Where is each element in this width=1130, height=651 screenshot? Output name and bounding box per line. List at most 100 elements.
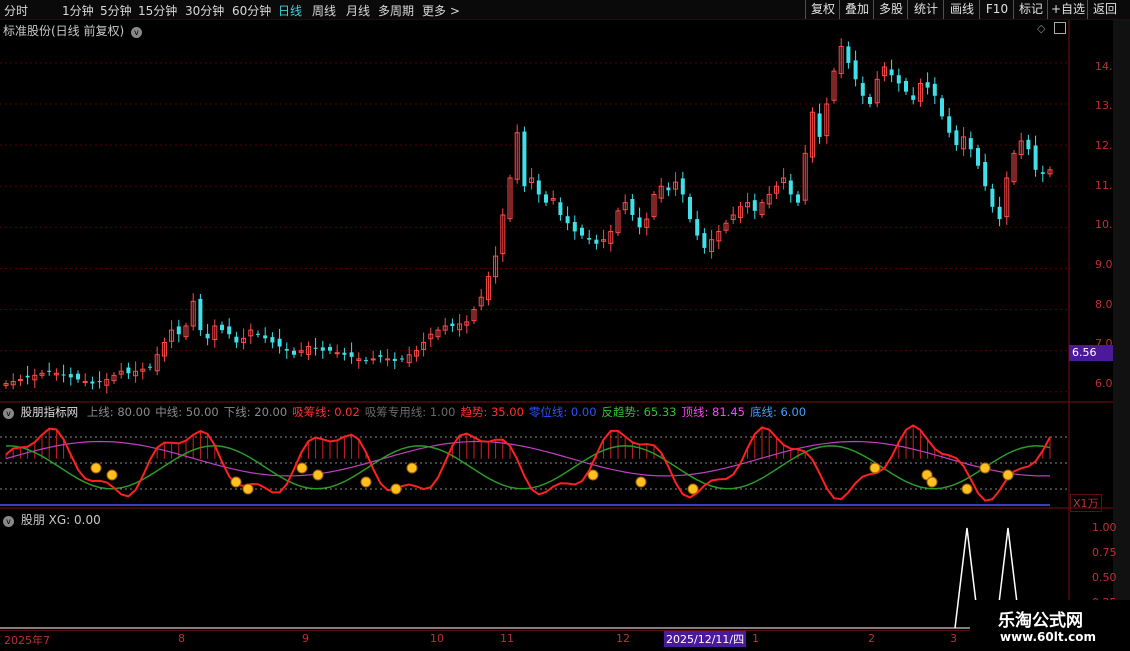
candle-body bbox=[904, 80, 908, 92]
candle-body bbox=[450, 323, 455, 326]
xg-tick: 0.75 bbox=[1092, 546, 1117, 559]
candle-body bbox=[270, 337, 275, 343]
indicator-param: 趋势: 35.00 bbox=[460, 405, 524, 419]
candle-body bbox=[853, 60, 858, 80]
candle-body bbox=[385, 358, 391, 361]
candle-body bbox=[320, 347, 325, 351]
candle-body bbox=[328, 346, 332, 351]
candle-body bbox=[148, 366, 152, 368]
candle-body bbox=[364, 360, 368, 362]
candle-body bbox=[558, 202, 563, 215]
indicator-line-top bbox=[5, 440, 1051, 477]
date-tick: 2 bbox=[868, 632, 875, 645]
signal-dot bbox=[635, 476, 647, 488]
candle-body bbox=[378, 355, 383, 357]
candle-body bbox=[990, 188, 995, 207]
indicator-param: 反趋势: 65.33 bbox=[601, 405, 677, 419]
candle-body bbox=[90, 381, 95, 384]
candle-body bbox=[536, 180, 541, 195]
signal-dot bbox=[390, 483, 402, 495]
signal-dot bbox=[587, 469, 599, 481]
date-tick: 11 bbox=[500, 632, 514, 645]
candle-body bbox=[277, 338, 282, 347]
candle-body bbox=[176, 326, 181, 335]
indicator-param: 顶线: 81.45 bbox=[681, 405, 745, 419]
signal-dot bbox=[230, 476, 242, 488]
candle-body bbox=[126, 367, 131, 374]
candle-body bbox=[17, 378, 23, 381]
candle-body bbox=[976, 147, 980, 166]
date-tick: 9 bbox=[302, 632, 309, 645]
signal-dot bbox=[106, 469, 118, 481]
date-axis: 2025年7 8 9 10 11 12 2025/12/11/四 1 2 3 bbox=[0, 630, 1130, 651]
signal-dot bbox=[687, 483, 699, 495]
candle-body bbox=[47, 370, 52, 372]
candle-body bbox=[997, 206, 1002, 220]
candle-body bbox=[580, 227, 584, 236]
candle-body bbox=[846, 46, 851, 63]
candle-body bbox=[594, 239, 599, 244]
indicator2-title: 股朋 XG: 0.00 bbox=[20, 513, 101, 527]
xg-tick: 1.00 bbox=[1092, 521, 1117, 534]
candle-body bbox=[349, 352, 354, 357]
candle-body bbox=[752, 200, 757, 211]
candle-body bbox=[544, 194, 548, 203]
indicator-param: 底线: 6.00 bbox=[749, 405, 807, 419]
main-chart bbox=[0, 20, 1113, 630]
candle-body bbox=[68, 374, 73, 378]
candle-body bbox=[565, 216, 570, 224]
candle-body bbox=[76, 373, 80, 380]
candle-body bbox=[940, 98, 944, 117]
indicator-line-trend bbox=[5, 424, 1051, 502]
candle-body bbox=[25, 375, 30, 378]
date-tick: 10 bbox=[430, 632, 444, 645]
xg-tick: 0.50 bbox=[1092, 571, 1117, 584]
signal-dot bbox=[926, 476, 938, 488]
candle-body bbox=[313, 347, 318, 349]
candle-body bbox=[370, 358, 376, 361]
signal-dot bbox=[242, 483, 254, 495]
candle-body bbox=[860, 83, 865, 96]
candle-body bbox=[400, 358, 404, 360]
candle-body bbox=[572, 221, 577, 232]
indicator-param: 吸筹专用线: 1.00 bbox=[364, 405, 456, 419]
candle-body bbox=[256, 333, 260, 335]
candle-body bbox=[702, 233, 707, 248]
candle-body bbox=[911, 95, 916, 100]
current-price-tag: 6.56 bbox=[1069, 345, 1116, 361]
candle-body bbox=[889, 69, 894, 76]
candle-body bbox=[666, 187, 671, 191]
candle-body bbox=[342, 352, 347, 355]
side-info-strip[interactable] bbox=[1113, 20, 1130, 630]
watermark-title: 乐淘公式网 bbox=[998, 611, 1083, 631]
candle-body bbox=[220, 324, 224, 331]
date-tick: 1 bbox=[752, 632, 759, 645]
signal-dot bbox=[961, 483, 973, 495]
candle-body bbox=[954, 130, 959, 146]
candle-body bbox=[1033, 145, 1038, 170]
watermark-logo: 乐淘公式网 www.60lt.com bbox=[970, 600, 1130, 650]
candle-body bbox=[688, 196, 692, 220]
candle-body bbox=[334, 352, 340, 355]
candle-body bbox=[630, 198, 635, 215]
chevron-down-icon[interactable]: v bbox=[3, 516, 14, 527]
candle-body bbox=[637, 217, 642, 228]
signal-dot bbox=[296, 462, 308, 474]
signal-dot bbox=[1002, 469, 1014, 481]
candle-body bbox=[788, 180, 793, 195]
indicator-param: 零位线: 0.00 bbox=[528, 405, 597, 419]
date-tick: 8 bbox=[178, 632, 185, 645]
signal-dot bbox=[360, 476, 372, 488]
date-tick: 3 bbox=[950, 632, 957, 645]
indicator1-name: 股朋指标网 bbox=[20, 405, 79, 419]
candle-body bbox=[227, 326, 232, 335]
candle-body bbox=[680, 178, 685, 195]
indicator-param: 中线: 50.00 bbox=[155, 405, 219, 419]
candle-body bbox=[61, 374, 66, 376]
candle-body bbox=[695, 219, 700, 236]
candle-body bbox=[896, 75, 901, 84]
candle-body bbox=[587, 238, 592, 240]
watermark-url: www.60lt.com bbox=[1000, 630, 1097, 644]
chevron-down-icon[interactable]: v bbox=[3, 408, 14, 419]
signal-dot bbox=[406, 462, 418, 474]
